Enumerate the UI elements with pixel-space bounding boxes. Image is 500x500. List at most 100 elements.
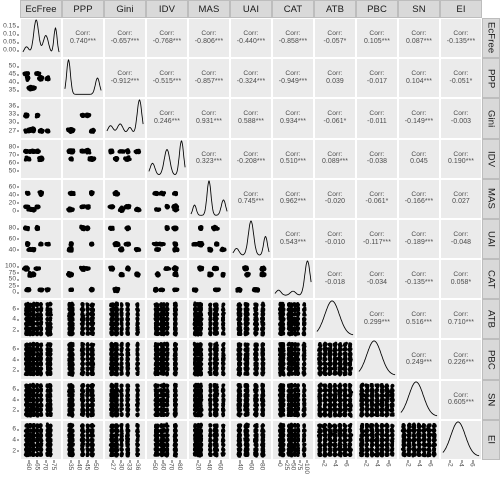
scatter-cell-sn-atb <box>314 380 356 420</box>
scatter-cell-pbc-gini <box>104 339 146 379</box>
corr-label: Corr: <box>147 111 187 119</box>
corr-label: Corr: <box>189 111 229 119</box>
y-tick-label: 0.00 <box>3 47 16 54</box>
correlation-cell-ecfree-ei: Corr: -0.135*** <box>440 18 482 58</box>
pairs-plot-matrix: EcFree PPP Gini IDV MAS UAI CAT ATB PBC SN EI EcFre… <box>0 0 500 500</box>
corr-label: Corr: <box>273 151 313 159</box>
y-tick-label: 4 <box>12 436 16 443</box>
scatter-cell-ei-uai <box>230 420 272 460</box>
density-curve <box>149 140 185 174</box>
x-axis-uai: 40 60 80 <box>230 463 272 500</box>
y-tick-label: 60 <box>9 235 16 242</box>
y-tick-label: 50 <box>9 63 16 70</box>
y-tick-label: 20 <box>9 199 16 206</box>
row-header-label: PBC <box>486 350 497 370</box>
corr-value: 0.931*** <box>189 118 229 126</box>
corr-label: Corr: <box>231 151 271 159</box>
correlation-cell-pbc-ei: Corr: 0.226*** <box>440 339 482 379</box>
corr-value: -0.912*** <box>105 78 145 86</box>
corr-value: -0.166*** <box>399 199 439 207</box>
scatter-cell-sn-gini <box>104 380 146 420</box>
corr-label: Corr: <box>273 111 313 119</box>
column-header-ppp: PPP <box>62 0 104 18</box>
correlation-cell-ppp-sn: Corr: 0.104*** <box>398 58 440 98</box>
correlation-cell-ppp-atb: Corr: 0.039 <box>314 58 356 98</box>
correlation-cell-ppp-pbc: Corr: -0.017 <box>356 58 398 98</box>
y-tick-label: 4 <box>12 316 16 323</box>
y-axis-ei: 642 <box>0 420 16 460</box>
diagonal-density-atb <box>314 299 356 339</box>
correlation-cell-idv-ei: Corr: 0.190*** <box>440 139 482 179</box>
column-header-atb: ATB <box>314 0 356 18</box>
y-tick-label: 0.10 <box>3 31 16 38</box>
corr-label: Corr: <box>399 352 439 360</box>
scatter-cell-cat-ecfree <box>20 259 62 299</box>
y-axis-gini: 36 33 30 27 <box>0 98 16 138</box>
correlation-cell-mas-atb: Corr: -0.020 <box>314 179 356 219</box>
row-header-label: SN <box>486 393 497 406</box>
y-tick-label: 45 <box>9 71 16 78</box>
diagonal-density-idv <box>146 139 188 179</box>
corr-label: Corr: <box>399 231 439 239</box>
corr-label: Corr: <box>147 70 187 78</box>
corr-value: -0.051* <box>441 78 481 86</box>
scatter-cell-sn-ppp <box>62 380 104 420</box>
corr-label: Corr: <box>357 231 397 239</box>
scatter-cell-uai-ecfree <box>20 219 62 259</box>
x-tick-label: 6 <box>469 463 476 467</box>
corr-value: -0.020 <box>315 199 355 207</box>
correlation-cell-uai-atb: Corr: -0.010 <box>314 219 356 259</box>
corr-label: Corr: <box>441 151 481 159</box>
x-axis-ei: 246 <box>440 463 482 500</box>
corr-label: Corr: <box>273 231 313 239</box>
column-header-gini: Gini <box>104 0 146 18</box>
scatter-cell-sn-ecfree <box>20 380 62 420</box>
x-tick-label: 27 <box>109 463 116 470</box>
corr-label: Corr: <box>273 191 313 199</box>
x-tick-label: 30 <box>117 463 124 470</box>
x-tick-label: 50 <box>92 463 99 470</box>
scatter-cell-ei-ppp <box>62 420 104 460</box>
y-tick-label: 6 <box>12 386 16 393</box>
scatter-cell-atb-cat <box>272 299 314 339</box>
corr-value: -0.010 <box>315 239 355 247</box>
x-tick-label: 50 <box>151 463 158 470</box>
correlation-cell-ecfree-ppp: Corr: 0.740*** <box>62 18 104 58</box>
diagonal-density-uai <box>230 219 272 259</box>
density-curve <box>317 301 353 335</box>
corr-value: -0.324*** <box>231 78 271 86</box>
correlation-cell-atb-pbc: Corr: 0.299*** <box>356 299 398 339</box>
row-header-label: UAI <box>486 231 497 247</box>
x-tick-label: 2 <box>362 463 369 467</box>
y-axis-atb: 642 <box>0 299 16 339</box>
correlation-cell-ecfree-atb: Corr: -0.057* <box>314 18 356 58</box>
x-tick-label: 60 <box>25 463 32 470</box>
correlation-cell-ecfree-mas: Corr: -0.806*** <box>188 18 230 58</box>
x-tick-label: 60 <box>217 463 224 470</box>
corr-label: Corr: <box>147 30 187 38</box>
corr-value: 0.105*** <box>357 38 397 46</box>
correlation-cell-ppp-cat: Corr: -0.949*** <box>272 58 314 98</box>
scatter-cell-pbc-ecfree <box>20 339 62 379</box>
corr-label: Corr: <box>273 70 313 78</box>
corr-value: 0.045 <box>399 158 439 166</box>
corr-label: Corr: <box>441 111 481 119</box>
density-curve <box>107 100 143 132</box>
scatter-cell-pbc-idv <box>146 339 188 379</box>
corr-value: 0.543*** <box>273 239 313 247</box>
corr-label: Corr: <box>441 312 481 320</box>
corr-label: Corr: <box>441 392 481 400</box>
y-axis-mas: 60 40 20 0 <box>0 179 16 219</box>
corr-value: 0.516*** <box>399 319 439 327</box>
y-tick-label: 2 <box>12 407 16 414</box>
corr-label: Corr: <box>315 30 355 38</box>
corr-label: Corr: <box>315 70 355 78</box>
corr-label: Corr: <box>441 70 481 78</box>
scatter-cell-cat-gini <box>104 259 146 299</box>
density-curve <box>233 221 269 255</box>
scatter-cell-cat-idv <box>146 259 188 299</box>
corr-label: Corr: <box>399 30 439 38</box>
corr-label: Corr: <box>189 30 229 38</box>
x-axis-mas: 20 40 60 <box>188 463 230 500</box>
scatter-cell-pbc-mas <box>188 339 230 379</box>
